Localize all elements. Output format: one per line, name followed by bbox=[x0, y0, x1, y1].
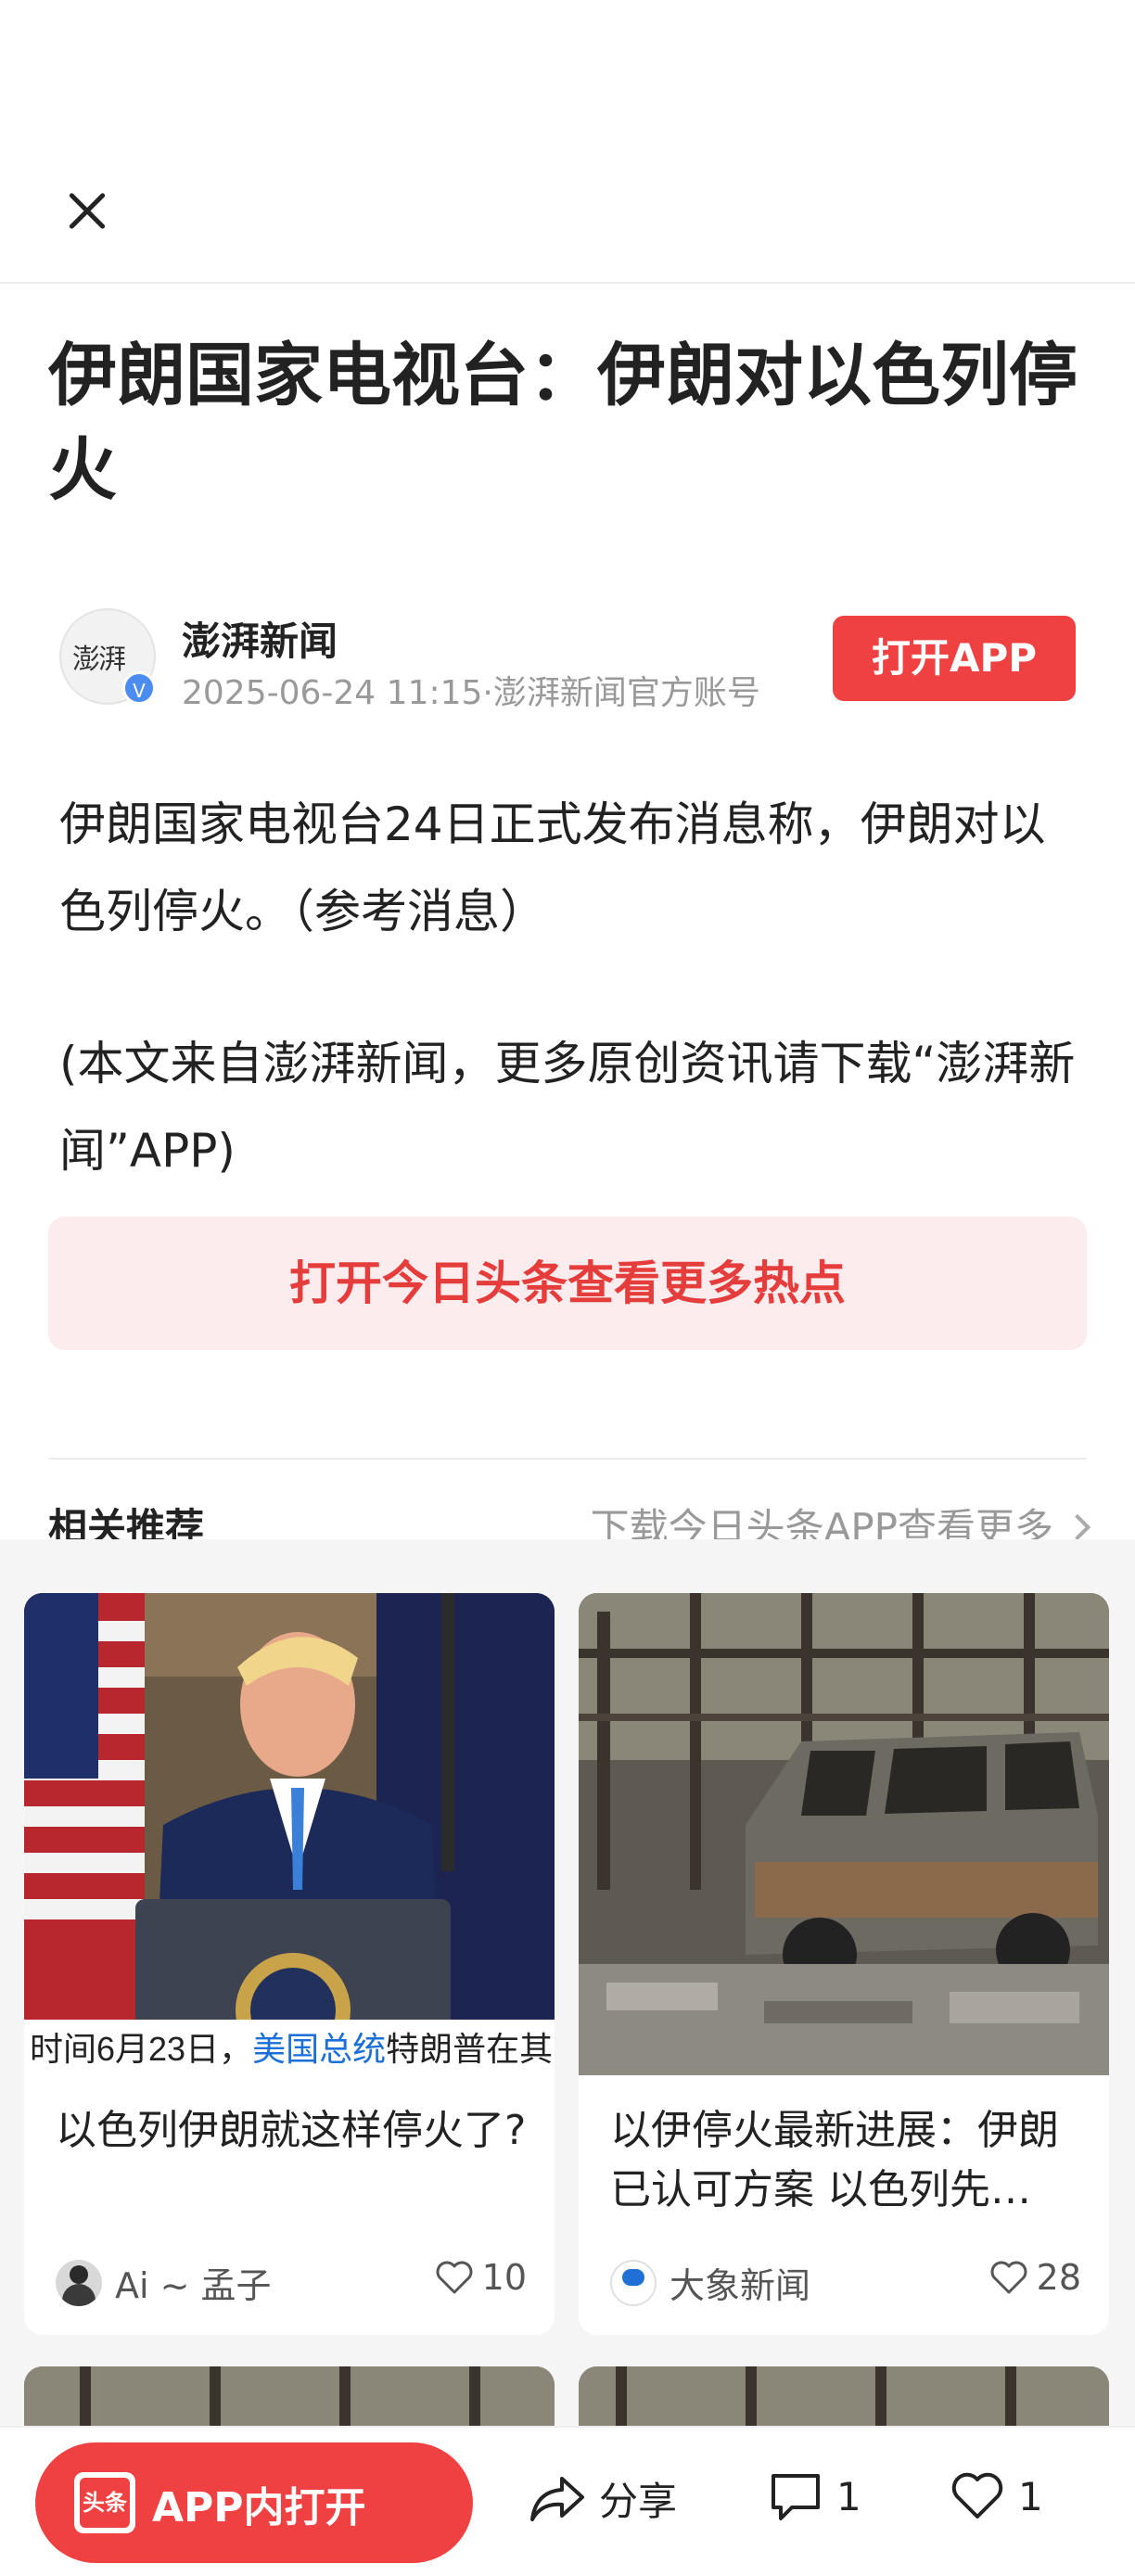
caption-part: 时间6月23日， bbox=[30, 2030, 252, 2068]
avatar-logo-text: 澎湃 bbox=[72, 644, 126, 676]
source-name: 大象新闻 bbox=[670, 2265, 811, 2306]
article-paragraph: (本文来自澎湃新闻，更多原创资讯请下载“澎湃新闻”APP) bbox=[59, 1037, 1076, 1178]
open-in-app-label: APP内打开 bbox=[152, 2484, 366, 2531]
chevron-right-icon bbox=[1064, 1513, 1091, 1540]
comment-button[interactable]: 1 bbox=[768, 2470, 861, 2522]
card-likes[interactable]: 28 bbox=[988, 2257, 1081, 2298]
source-logo bbox=[610, 2259, 657, 2306]
likes-count: 28 bbox=[1036, 2257, 1081, 2298]
share-icon bbox=[530, 2476, 584, 2521]
share-label: 分享 bbox=[599, 2479, 678, 2524]
author-avatar[interactable]: 澎湃 V bbox=[59, 608, 156, 705]
svg-text:时间6月23日，美国总统特朗普在其: 时间6月23日，美国总统特朗普在其 bbox=[30, 2030, 553, 2068]
caption-part: 美国总统 bbox=[252, 2030, 386, 2068]
comments-count: 1 bbox=[836, 2473, 861, 2519]
heart-icon bbox=[436, 2261, 473, 2294]
recommend-card[interactable]: 以伊停火最新进展：伊朗已认可方案 以色列先… 大象新闻 28 bbox=[579, 1593, 1109, 2335]
article-meta: 2025-06-24 11:15·澎湃新闻官方账号 bbox=[182, 674, 760, 712]
toutiao-logo-icon: 头条 bbox=[74, 2472, 135, 2533]
open-app-button[interactable]: 打开APP bbox=[833, 616, 1076, 701]
like-button[interactable]: 1 bbox=[950, 2470, 1043, 2522]
article-paragraph: 伊朗国家电视台24日正式发布消息称，伊朗对以色列停火。（参考消息） bbox=[59, 797, 1046, 938]
card-source[interactable]: 大象新闻 bbox=[610, 2257, 810, 2308]
top-bar bbox=[0, 0, 1135, 284]
author-name[interactable]: 澎湃新闻 bbox=[182, 610, 338, 667]
heart-icon bbox=[951, 2472, 1003, 2519]
open-toutiao-banner[interactable]: 打开今日头条查看更多热点 bbox=[48, 1217, 1087, 1350]
card-title: 以伊停火最新进展：伊朗已认可方案 以色列先… bbox=[610, 2107, 1059, 2213]
card-source[interactable]: Ai ~ 孟子 bbox=[56, 2257, 272, 2308]
card-likes[interactable]: 10 bbox=[434, 2257, 527, 2298]
card-title: 以色列伊朗就这样停火了? bbox=[56, 2107, 527, 2154]
bottom-action-bar: 头条 APP内打开 分享 1 1 bbox=[0, 2426, 1135, 2576]
divider bbox=[48, 1458, 1087, 1460]
close-icon[interactable] bbox=[57, 182, 117, 241]
author-row: 澎湃 V 澎湃新闻 2025-06-24 11:15·澎湃新闻官方账号 打开AP… bbox=[59, 608, 1079, 712]
source-name: Ai ~ 孟子 bbox=[115, 2265, 272, 2306]
share-button[interactable]: 分享 bbox=[529, 2470, 677, 2527]
verified-icon: V bbox=[122, 671, 156, 705]
caption-part: 特朗普在其 bbox=[386, 2030, 553, 2068]
recommend-feed: 时间6月23日，美国总统特朗普在其 以色列伊朗就这样停火了? Ai ~ 孟子 1… bbox=[0, 1539, 1135, 2496]
card-image-press-briefing: 时间6月23日，美国总统特朗普在其 bbox=[24, 1593, 555, 2075]
heart-icon bbox=[990, 2261, 1027, 2294]
likes-count: 1 bbox=[1018, 2473, 1043, 2519]
likes-count: 10 bbox=[481, 2257, 527, 2298]
source-avatar bbox=[56, 2259, 102, 2306]
comment-icon bbox=[772, 2474, 820, 2520]
card-image-burned-vehicle bbox=[579, 1593, 1109, 2075]
article-title: 伊朗国家电视台：伊朗对以色列停火 bbox=[48, 336, 1078, 510]
toutiao-logo-text: 头条 bbox=[80, 2478, 130, 2528]
recommend-card[interactable]: 时间6月23日，美国总统特朗普在其 以色列伊朗就这样停火了? Ai ~ 孟子 1… bbox=[24, 1593, 555, 2335]
